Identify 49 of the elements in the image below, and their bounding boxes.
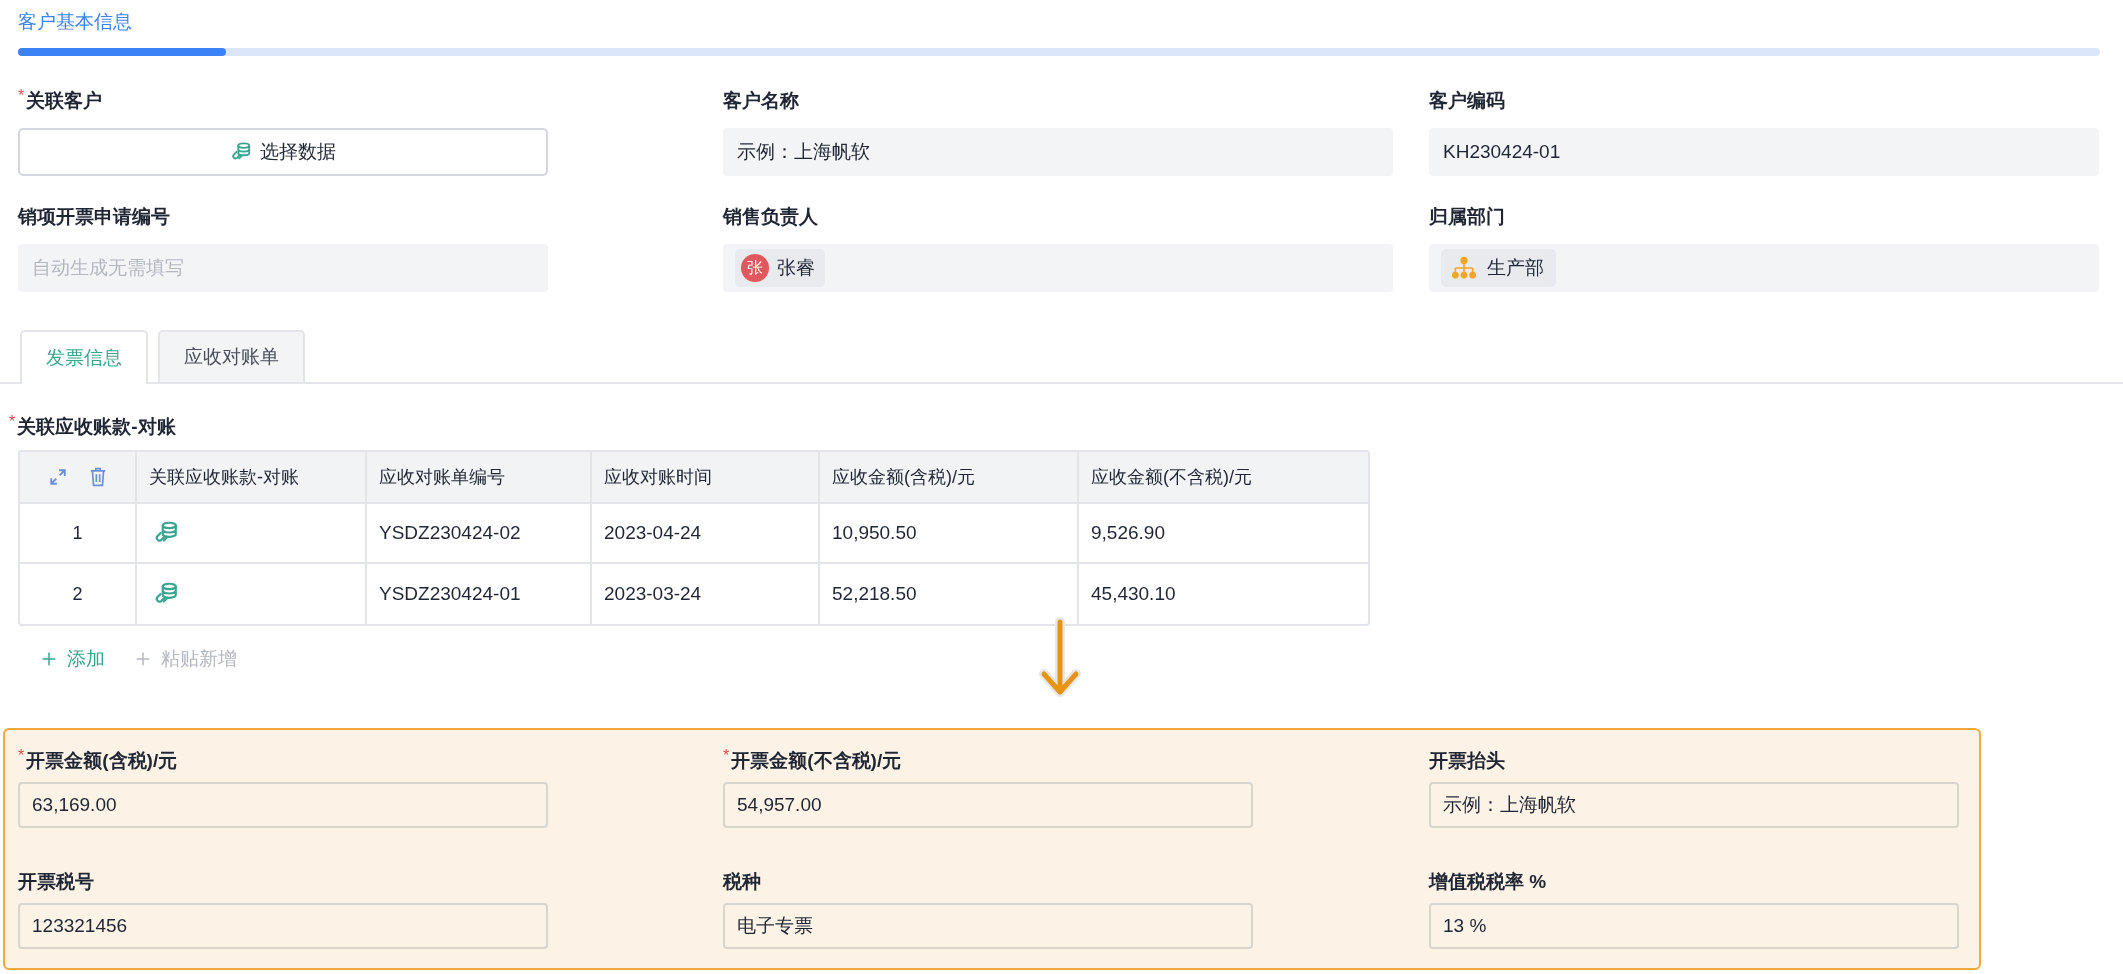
readonly-field: 示例：上海帆软 [723, 128, 1393, 176]
org-chart-icon [1451, 255, 1477, 281]
input-field[interactable]: 54,957.00 [723, 782, 1253, 828]
row-number: 1 [20, 504, 137, 562]
table-header-cell: 应收对账单编号 [367, 452, 592, 502]
field-label: 销售负责人 [723, 205, 818, 229]
input-field[interactable]: 13 % [1429, 903, 1959, 949]
table-cell-text: 9,526.90 [1090, 520, 1166, 545]
trash-icon[interactable] [88, 467, 107, 487]
person-name: 张睿 [777, 255, 815, 280]
required-asterisk: * [723, 748, 730, 764]
table-header-cell-text: 应收金额(不含税)/元 [1090, 465, 1253, 489]
field-label: 税种 [723, 870, 761, 894]
field-label: 开票金额(不含税)/元 [731, 749, 902, 773]
input-field[interactable]: 电子专票 [723, 903, 1253, 949]
table-cell: 2023-03-24 [592, 564, 820, 624]
tab[interactable]: 应收对账单 [158, 330, 305, 382]
table-cell-text: 45,430.10 [1090, 581, 1177, 606]
department-name: 生产部 [1487, 255, 1544, 280]
field-label: 开票税号 [18, 870, 94, 894]
expand-icon[interactable] [48, 468, 67, 486]
field-label: 销项开票申请编号 [18, 205, 170, 229]
row-number: 2 [20, 564, 137, 624]
select-data-button[interactable]: 选择数据 [18, 128, 548, 176]
field-label: 开票抬头 [1429, 749, 1505, 773]
avatar: 张 [741, 254, 769, 282]
field-label: 关联客户 [26, 89, 103, 113]
field-label: 归属部门 [1429, 205, 1505, 229]
field-label: 开票金额(含税)/元 [26, 749, 178, 773]
table-header-cell: 应收对账时间 [592, 452, 820, 502]
section-tab[interactable]: 客户基本信息 [18, 8, 2105, 36]
field-label: 增值税税率 % [1429, 870, 1547, 894]
table-label: 关联应收账款-对账 [17, 415, 176, 439]
input-field[interactable]: 63,169.00 [18, 782, 548, 828]
required-asterisk: * [18, 88, 25, 104]
table-cell: YSDZ230424-02 [367, 504, 592, 562]
readonly-field: KH230424-01 [1429, 128, 2099, 176]
table-cell: 10,950.50 [820, 504, 1079, 562]
required-asterisk: * [9, 414, 16, 430]
input-field[interactable]: 示例：上海帆软 [1429, 782, 1959, 828]
table-cell: 52,218.50 [820, 564, 1079, 624]
table-cell: YSDZ230424-01 [367, 564, 592, 624]
table-cell: 2023-04-24 [592, 504, 820, 562]
field-label: 客户名称 [723, 89, 799, 113]
field-label: 客户编码 [1429, 89, 1505, 113]
table-header-cell: 关联应收账款-对账 [137, 452, 367, 502]
table-header-cell: 应收金额(含税)/元 [820, 452, 1079, 502]
required-asterisk: * [18, 748, 25, 764]
input-field[interactable]: 123321456 [18, 903, 548, 949]
